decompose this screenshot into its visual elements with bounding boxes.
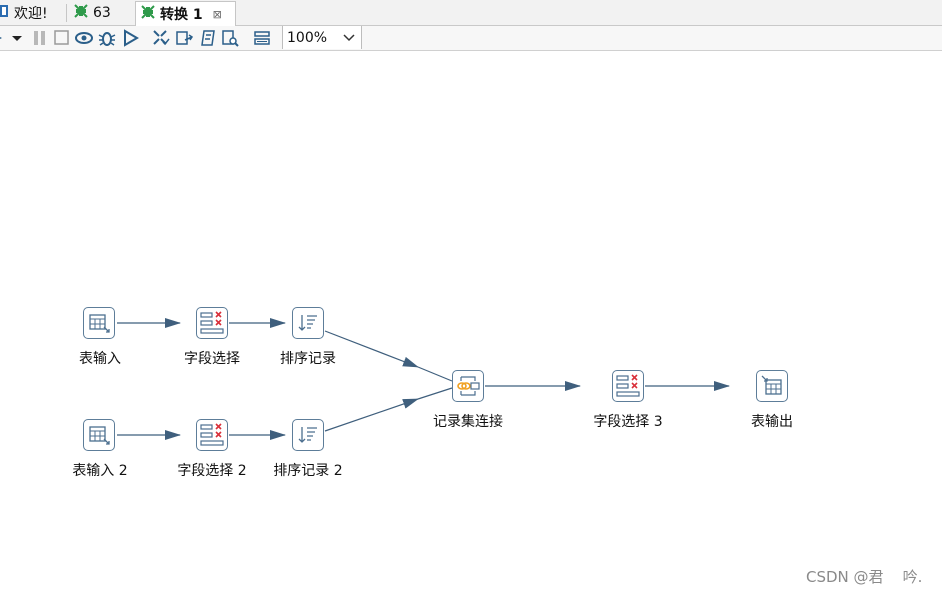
tab-label: 转换 1 xyxy=(160,7,203,23)
debug-icon[interactable] xyxy=(98,29,116,47)
step-sort-rows-1[interactable] xyxy=(292,307,324,339)
hop-arrow xyxy=(417,387,453,400)
stop-icon[interactable] xyxy=(53,29,71,47)
tab-63[interactable]: 63 xyxy=(69,2,115,24)
table-output-icon xyxy=(761,375,782,395)
step-select-values-3[interactable] xyxy=(612,370,644,402)
run-dropdown-icon[interactable] xyxy=(10,29,28,47)
tab-separator xyxy=(66,4,67,22)
chevron-down-icon xyxy=(343,29,355,49)
replay-icon[interactable] xyxy=(122,29,140,47)
zoom-value: 100% xyxy=(287,29,328,46)
transformation-icon xyxy=(73,3,89,23)
tab-welcome[interactable]: 欢迎! xyxy=(0,2,52,24)
step-label: 记录集连接 xyxy=(433,414,503,430)
merge-join-icon xyxy=(457,376,480,396)
select-values-icon xyxy=(200,311,224,334)
step-label: 表输出 xyxy=(751,414,793,430)
step-label: 字段选择 3 xyxy=(593,414,663,430)
show-results-icon[interactable] xyxy=(253,29,271,47)
step-sort-rows-2[interactable] xyxy=(292,419,324,451)
table-input-icon xyxy=(89,426,110,445)
table-input-icon xyxy=(89,314,110,333)
step-select-values-1[interactable] xyxy=(196,307,228,339)
explore-db-icon[interactable] xyxy=(221,29,239,47)
step-merge-join[interactable] xyxy=(452,370,484,402)
transformation-canvas[interactable]: 表输入 字段选择 排序记录 表输入 2 字段选择 2 排序记录 2 记录集连接 … xyxy=(0,51,942,594)
zoom-select[interactable]: 100% xyxy=(282,26,362,49)
step-table-input-2[interactable] xyxy=(83,419,115,451)
step-select-values-2[interactable] xyxy=(196,419,228,451)
verify-icon[interactable] xyxy=(152,29,170,47)
tab-transformation-1[interactable]: 转换 1 ⊠ xyxy=(135,1,236,26)
welcome-icon xyxy=(0,4,10,22)
select-values-icon xyxy=(200,423,224,446)
sql-icon[interactable] xyxy=(199,29,217,47)
select-values-icon xyxy=(616,374,640,397)
sort-rows-icon xyxy=(298,427,317,443)
step-table-output[interactable] xyxy=(756,370,788,402)
step-table-input-1[interactable] xyxy=(83,307,115,339)
step-label: 排序记录 xyxy=(280,351,336,367)
editor-tab-bar: 欢迎! 63 转换 1 ⊠ xyxy=(0,0,942,26)
transformation-icon xyxy=(140,4,156,24)
close-tab-icon[interactable]: ⊠ xyxy=(213,8,222,21)
hops-layer xyxy=(117,318,730,440)
hop-arrow xyxy=(417,366,453,382)
sort-rows-icon xyxy=(298,315,317,331)
step-label: 排序记录 2 xyxy=(273,463,343,479)
preview-icon[interactable] xyxy=(75,29,93,47)
tab-label: 63 xyxy=(93,5,111,21)
transformation-toolbar xyxy=(0,26,942,51)
tab-label: 欢迎! xyxy=(14,6,48,22)
watermark: CSDN @君 吟. xyxy=(806,568,923,586)
pause-icon[interactable] xyxy=(31,29,49,47)
impact-analysis-icon[interactable] xyxy=(175,29,193,47)
